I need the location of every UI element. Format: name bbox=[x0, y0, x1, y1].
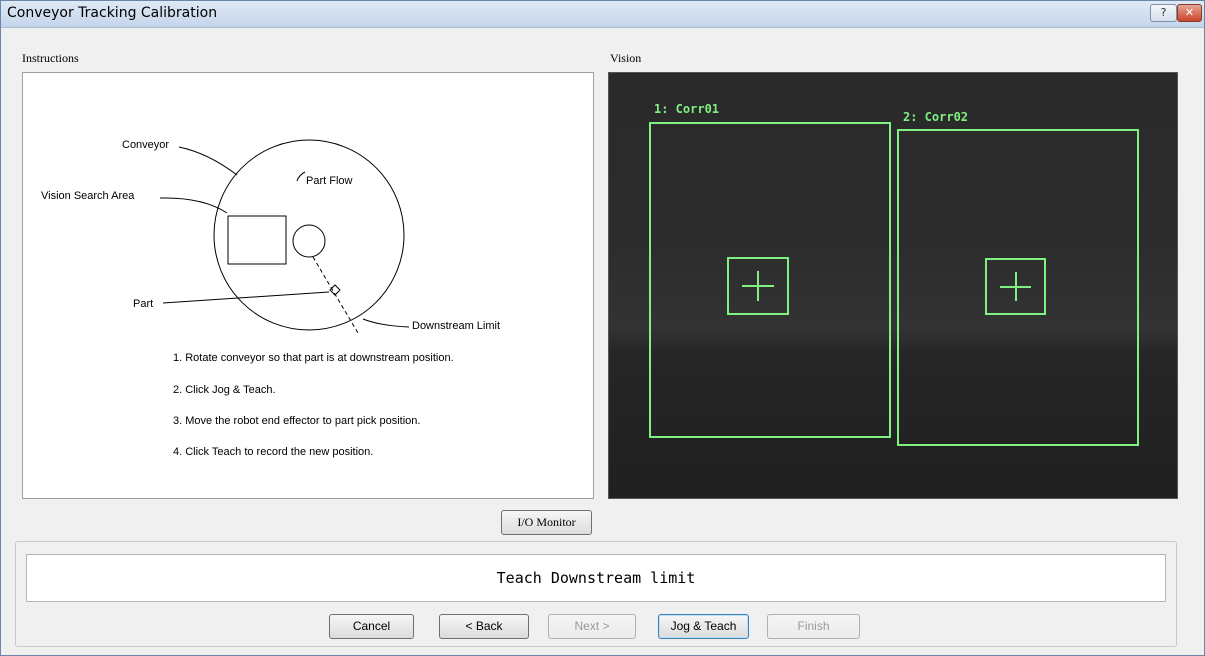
next-button[interactable]: Next > bbox=[548, 614, 636, 639]
help-button[interactable]: ? bbox=[1150, 4, 1177, 22]
roi-center-marker bbox=[985, 258, 1046, 315]
back-button[interactable]: < Back bbox=[439, 614, 529, 639]
instruction-step: 4. Click Teach to record the new positio… bbox=[173, 446, 374, 458]
part-circle bbox=[292, 224, 326, 258]
part-flow-leader bbox=[296, 171, 306, 182]
vision-label: Vision bbox=[610, 51, 642, 65]
downstream-leader bbox=[362, 318, 410, 328]
io-monitor-button[interactable]: I/O Monitor bbox=[501, 510, 592, 535]
close-button[interactable]: ✕ bbox=[1177, 4, 1202, 22]
title-bar: Conveyor Tracking Calibration ? ✕ bbox=[1, 1, 1204, 28]
status-group: Teach Downstream limit Cancel < Back Nex… bbox=[15, 541, 1177, 647]
roi-center-marker bbox=[727, 257, 789, 315]
status-message: Teach Downstream limit bbox=[496, 569, 696, 587]
conveyor-leader bbox=[178, 146, 238, 176]
cancel-button[interactable]: Cancel bbox=[329, 614, 414, 639]
roi-label: 2: Corr02 bbox=[903, 110, 969, 124]
roi-label: 1: Corr01 bbox=[654, 102, 720, 116]
finish-button[interactable]: Finish bbox=[767, 614, 860, 639]
part-flow-label: Part Flow bbox=[306, 175, 353, 187]
instructions-panel: Conveyor Part Flow Vision Search Area Pa… bbox=[22, 72, 594, 499]
window-title: Conveyor Tracking Calibration bbox=[7, 5, 218, 21]
part-leader bbox=[162, 291, 330, 304]
downstream-limit-label: Downstream Limit bbox=[412, 320, 501, 332]
vision-image-panel[interactable]: 1: Corr01 2: Corr02 bbox=[608, 72, 1178, 499]
conveyor-label: Conveyor bbox=[122, 139, 170, 151]
jog-teach-button[interactable]: Jog & Teach bbox=[658, 614, 749, 639]
vision-search-area-label: Vision Search Area bbox=[41, 190, 135, 202]
instructions-label: Instructions bbox=[22, 51, 79, 65]
status-box: Teach Downstream limit bbox=[26, 554, 1166, 602]
calibration-dialog: Conveyor Tracking Calibration ? ✕ Instru… bbox=[0, 0, 1205, 656]
instruction-step: 2. Click Jog & Teach. bbox=[173, 384, 276, 396]
vision-search-area-rect bbox=[227, 215, 287, 265]
part-label: Part bbox=[133, 298, 154, 310]
conveyor-circle bbox=[213, 139, 405, 331]
instruction-step: 3. Move the robot end effector to part p… bbox=[173, 415, 421, 427]
instruction-step: 1. Rotate conveyor so that part is at do… bbox=[173, 352, 454, 364]
conveyor-diagram bbox=[159, 139, 410, 334]
